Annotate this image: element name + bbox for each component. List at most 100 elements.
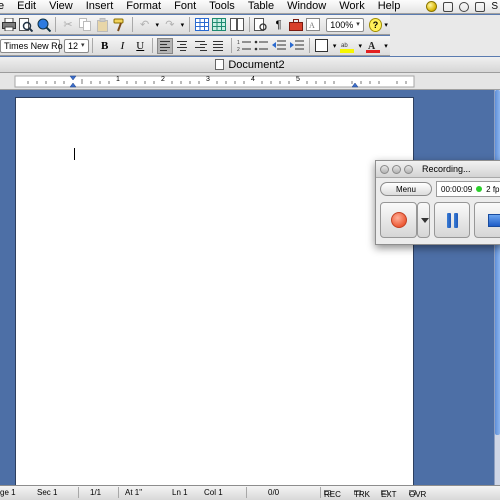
recording-title-bar[interactable]: Recording... — [376, 161, 500, 178]
toolbar-separator — [230, 38, 232, 53]
pause-icon — [447, 213, 451, 228]
numbering-icon[interactable]: 12 — [236, 38, 252, 54]
svg-text:ab: ab — [341, 43, 348, 49]
decrease-indent-icon[interactable] — [271, 38, 287, 54]
toolbar-separator — [152, 38, 154, 53]
redo-icon[interactable]: ↷ — [162, 17, 177, 33]
align-line — [180, 43, 187, 45]
align-line — [177, 40, 188, 42]
border-icon[interactable] — [314, 38, 330, 54]
bold-button[interactable]: B — [97, 38, 113, 54]
menu-view[interactable]: View — [43, 0, 80, 13]
document-title-bar: Document2 — [0, 57, 500, 73]
zoom-button[interactable] — [404, 164, 413, 174]
underline-button[interactable]: U — [132, 38, 148, 54]
dropdown-arrow-icon[interactable]: ▾ — [332, 38, 338, 54]
help-icon[interactable]: ? — [368, 17, 383, 32]
increase-indent-icon[interactable] — [289, 38, 305, 54]
paste-icon[interactable] — [95, 17, 110, 33]
menu-insert[interactable]: Insert — [80, 0, 121, 13]
align-line — [160, 40, 171, 42]
justify-button[interactable] — [211, 38, 227, 54]
menu-window[interactable]: Window — [281, 0, 333, 13]
align-line — [212, 40, 223, 42]
align-center-button[interactable] — [175, 38, 191, 54]
ruler-label: 3 — [206, 76, 210, 83]
font-size-select[interactable]: 12 ▾ — [64, 38, 89, 53]
monitor-icon[interactable] — [443, 1, 454, 12]
pause-button[interactable] — [434, 202, 470, 238]
menu-tools[interactable]: Tools — [203, 0, 242, 13]
vertical-scrollbar[interactable] — [494, 90, 500, 485]
scrollbar-thumb[interactable] — [495, 90, 500, 435]
menu-table[interactable]: Table — [242, 0, 281, 13]
moon-icon[interactable] — [426, 1, 438, 12]
dropdown-arrow-icon[interactable]: ▾ — [357, 38, 363, 54]
text-box-icon[interactable]: A — [306, 17, 321, 33]
dropdown-arrow-icon[interactable]: ▾ — [383, 38, 389, 54]
menu-format[interactable]: Format — [120, 0, 168, 13]
ruler-label: 1 — [116, 76, 120, 83]
dropdown-arrow-icon[interactable]: ▾ — [383, 17, 389, 33]
status-pages: 1/1 — [90, 488, 102, 497]
chevron-down-icon — [421, 218, 429, 223]
record-button[interactable] — [380, 202, 417, 238]
align-right-button[interactable] — [193, 38, 209, 54]
toolbar-separator — [248, 17, 250, 32]
stop-button[interactable] — [474, 202, 500, 238]
undo-icon[interactable]: ↶ — [137, 17, 152, 33]
menu-bar: e Edit View Insert Format Font Tools Tab… — [0, 0, 500, 14]
recorder-menu-button[interactable]: Menu — [380, 182, 432, 196]
speaker-icon[interactable] — [475, 1, 486, 12]
svg-text:2: 2 — [237, 47, 240, 52]
columns-icon[interactable] — [229, 17, 244, 33]
minimize-button[interactable] — [392, 164, 401, 174]
record-options-button[interactable] — [417, 202, 430, 238]
bullets-icon[interactable] — [253, 38, 269, 54]
document-page[interactable] — [15, 97, 414, 487]
menu-work[interactable]: Work — [333, 0, 371, 13]
zoom-select[interactable]: 100% ▾ — [326, 17, 364, 32]
toolbar-separator — [55, 17, 57, 32]
format-painter-icon[interactable] — [113, 17, 128, 33]
insert-table-icon[interactable] — [212, 17, 227, 33]
align-line — [160, 49, 168, 51]
cut-icon[interactable]: ✂ — [60, 17, 75, 33]
dropdown-arrow-icon[interactable]: ▾ — [154, 17, 160, 33]
align-line — [212, 46, 223, 48]
font-name-select[interactable]: Times New Ro▾ — [0, 38, 69, 53]
status-bar: ge 1 Sec 1 1/1 At 1" Ln 1 Col 1 0/0 REC … — [0, 485, 500, 500]
print-icon[interactable] — [1, 17, 16, 33]
document-map-icon[interactable] — [254, 17, 269, 33]
status-section: Sec 1 — [37, 488, 58, 497]
dropdown-arrow-icon[interactable]: ▾ — [180, 17, 186, 33]
pilcrow-icon[interactable]: ¶ — [271, 17, 286, 33]
highlight-icon[interactable]: ab — [340, 38, 356, 54]
status-line: Ln 1 — [172, 488, 188, 497]
recording-controls — [376, 202, 500, 242]
recording-info-row: Menu 00:00:09 2 fp — [376, 181, 500, 197]
clock-icon[interactable] — [459, 1, 470, 12]
align-left-button[interactable] — [157, 37, 174, 54]
menu-edit[interactable]: Edit — [11, 0, 43, 13]
menu-item[interactable]: e — [0, 0, 11, 13]
menu-right-text[interactable]: S — [491, 1, 498, 12]
italic-button[interactable]: I — [115, 38, 131, 54]
tables-icon[interactable] — [194, 17, 209, 33]
print-preview-icon[interactable] — [18, 17, 34, 33]
pause-icon — [454, 213, 458, 228]
align-line — [177, 46, 188, 48]
align-line — [160, 43, 168, 45]
font-color-icon[interactable]: A — [365, 38, 381, 54]
toolbox-icon[interactable] — [288, 17, 304, 33]
web-preview-icon[interactable] — [36, 17, 51, 33]
align-line — [199, 49, 207, 51]
ruler-label: 4 — [251, 76, 255, 83]
close-button[interactable] — [380, 164, 389, 174]
menu-font[interactable]: Font — [168, 0, 203, 13]
align-line — [212, 43, 223, 45]
recording-time: 00:00:09 — [441, 184, 473, 194]
menu-help[interactable]: Help — [372, 0, 408, 13]
copy-icon[interactable] — [78, 17, 93, 33]
horizontal-ruler[interactable]: 1 2 3 4 5 — [0, 73, 500, 90]
